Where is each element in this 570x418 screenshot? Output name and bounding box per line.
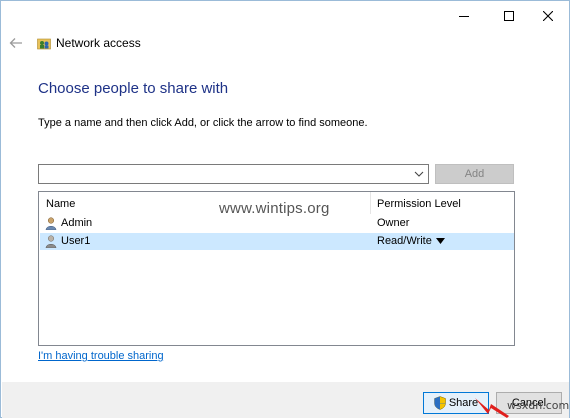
- watermark: www.wintips.org: [219, 200, 330, 217]
- column-header-name[interactable]: Name: [46, 198, 75, 210]
- column-header-permission[interactable]: Permission Level: [377, 198, 461, 210]
- trouble-sharing-link[interactable]: I'm having trouble sharing: [38, 350, 164, 362]
- list-row-admin[interactable]: Admin Owner: [40, 215, 514, 232]
- name-combo-box[interactable]: [38, 164, 429, 184]
- triangle-down-icon[interactable]: [436, 238, 445, 245]
- user-icon: [45, 235, 57, 248]
- permission-dropdown[interactable]: Read/Write: [377, 235, 432, 247]
- close-button[interactable]: [525, 1, 570, 31]
- column-divider[interactable]: [370, 192, 371, 214]
- user-icon: [45, 217, 57, 230]
- add-button[interactable]: Add: [435, 164, 514, 184]
- window-title: Network access: [56, 36, 141, 50]
- page-heading: Choose people to share with: [38, 80, 229, 97]
- minimize-button[interactable]: [441, 1, 487, 31]
- user-name: User1: [61, 235, 91, 247]
- instruction-text: Type a name and then click Add, or click…: [38, 117, 368, 129]
- list-row-user1[interactable]: User1 Read/Write: [40, 233, 514, 250]
- annotation-arrow-icon: [475, 398, 509, 418]
- network-folder-icon: [37, 38, 51, 50]
- permission-level: Owner: [377, 217, 410, 229]
- uac-shield-icon: [434, 396, 446, 410]
- maximize-icon: [504, 11, 514, 21]
- back-arrow-icon[interactable]: [8, 35, 24, 51]
- corner-watermark: wsxdn.com: [507, 399, 570, 412]
- chevron-down-icon[interactable]: [412, 168, 426, 180]
- network-access-dialog: Network access Choose people to share wi…: [0, 0, 570, 418]
- minimize-icon: [459, 16, 469, 17]
- user-name: Admin: [61, 217, 93, 229]
- name-input[interactable]: [41, 166, 407, 182]
- close-icon: [543, 11, 553, 21]
